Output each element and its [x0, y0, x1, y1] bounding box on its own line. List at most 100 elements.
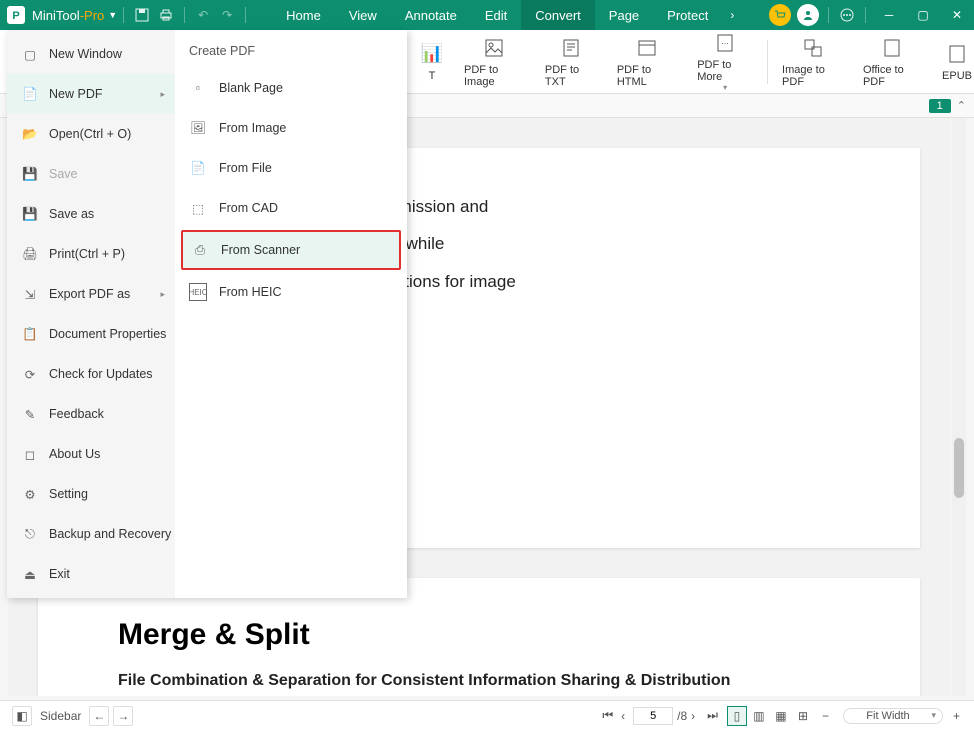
- new-pdf-icon: 📄: [21, 85, 39, 103]
- export-icon: ⇲: [21, 285, 39, 303]
- print-icon[interactable]: [154, 3, 178, 27]
- view-single-icon[interactable]: ▯: [727, 706, 747, 726]
- scrollbar-thumb[interactable]: [954, 438, 964, 498]
- ribbon-pdf-to-ppt[interactable]: 📊 T: [410, 32, 454, 92]
- app-title: MiniTool-Pro: [32, 8, 104, 23]
- about-icon: ◻: [21, 445, 39, 463]
- menu-home[interactable]: Home: [272, 0, 335, 30]
- chevron-right-icon: ▸: [160, 89, 165, 100]
- view-grid-icon[interactable]: ⊞: [793, 706, 813, 726]
- file-menu-properties[interactable]: 📋Document Properties: [7, 314, 175, 354]
- menu-page[interactable]: Page: [595, 0, 653, 30]
- epub-icon: [945, 42, 969, 66]
- exit-icon: ⏏: [21, 565, 39, 583]
- submenu-from-image[interactable]: 🖼From Image: [175, 108, 407, 148]
- ribbon-image-to-pdf[interactable]: Image to PDF: [772, 32, 853, 92]
- zoom-in-button[interactable]: +: [953, 709, 960, 723]
- title-dropdown[interactable]: ▼: [108, 10, 117, 20]
- gear-icon: ⚙: [21, 485, 39, 503]
- scanner-icon: ⎙: [191, 241, 209, 259]
- maximize-button[interactable]: ▢: [906, 0, 940, 30]
- file-menu-new-pdf[interactable]: 📄New PDF▸: [7, 74, 175, 114]
- txt-icon: [559, 36, 583, 60]
- ribbon-office-to-pdf[interactable]: Office to PDF: [853, 32, 932, 92]
- from-cad-icon: ⬚: [189, 199, 207, 217]
- menu-protect[interactable]: Protect: [653, 0, 722, 30]
- submenu-from-cad[interactable]: ⬚From CAD: [175, 188, 407, 228]
- file-menu-feedback[interactable]: ✎Feedback: [7, 394, 175, 434]
- file-menu-export[interactable]: ⇲Export PDF as▸: [7, 274, 175, 314]
- user-icon[interactable]: [797, 4, 819, 26]
- from-image-icon: 🖼: [189, 119, 207, 137]
- update-icon: ⟳: [21, 365, 39, 383]
- page-prev-button[interactable]: ‹: [621, 709, 625, 723]
- file-menu-updates[interactable]: ⟳Check for Updates: [7, 354, 175, 394]
- menu-view[interactable]: View: [335, 0, 391, 30]
- view-continuous-icon[interactable]: ▥: [749, 706, 769, 726]
- file-menu-exit[interactable]: ⏏Exit: [7, 554, 175, 594]
- ppt-icon: 📊: [420, 42, 444, 66]
- file-menu-open[interactable]: 📂Open(Ctrl + O): [7, 114, 175, 154]
- menu-convert[interactable]: Convert: [521, 0, 595, 30]
- app-logo: P: [4, 3, 28, 27]
- view-facing-icon[interactable]: ▦: [771, 706, 791, 726]
- ribbon-pdf-to-more[interactable]: ⋯ PDF to More ▾: [687, 32, 763, 92]
- feedback-icon: ✎: [21, 405, 39, 423]
- print-icon: 🖨: [21, 245, 39, 263]
- document-heading: Merge & Split: [118, 618, 840, 652]
- submenu-from-file[interactable]: 📄From File: [175, 148, 407, 188]
- zoom-select[interactable]: Fit Width: [843, 708, 943, 724]
- close-button[interactable]: ✕: [940, 0, 974, 30]
- redo-icon[interactable]: ↷: [215, 3, 239, 27]
- page-first-button[interactable]: ⏮: [602, 708, 613, 723]
- more-icon: ⋯: [713, 32, 737, 55]
- file-menu-save-as[interactable]: 💾Save as: [7, 194, 175, 234]
- menu-more-icon[interactable]: ›: [722, 8, 742, 22]
- sidebar-toggle-icon[interactable]: ◧: [12, 706, 32, 726]
- from-file-icon: 📄: [189, 159, 207, 177]
- save-icon[interactable]: [130, 3, 154, 27]
- nav-next-button[interactable]: →: [113, 706, 133, 726]
- chevron-right-icon: ▸: [160, 289, 165, 300]
- page-last-button[interactable]: ⏭: [707, 708, 718, 723]
- menu-edit[interactable]: Edit: [471, 0, 521, 30]
- submenu-blank-page[interactable]: ▫Blank Page: [175, 68, 407, 108]
- zoom-out-button[interactable]: −: [822, 709, 829, 723]
- submenu-from-heic[interactable]: HEICFrom HEIC: [175, 272, 407, 312]
- file-menu-save: 💾Save: [7, 154, 175, 194]
- menu-annotate[interactable]: Annotate: [391, 0, 471, 30]
- file-menu-setting[interactable]: ⚙Setting: [7, 474, 175, 514]
- save-as-icon: 💾: [21, 205, 39, 223]
- file-menu-about[interactable]: ◻About Us: [7, 434, 175, 474]
- submenu-from-scanner[interactable]: ⎙From Scanner: [181, 230, 401, 270]
- html-icon: [635, 36, 659, 60]
- nav-prev-button[interactable]: ←: [89, 706, 109, 726]
- save-icon: 💾: [21, 165, 39, 183]
- chevron-down-icon: ▾: [723, 83, 727, 92]
- page-badge[interactable]: 1: [929, 99, 951, 113]
- submenu-header: Create PDF: [175, 36, 407, 68]
- blank-page-icon: ▫: [189, 79, 207, 97]
- vertical-scrollbar[interactable]: [952, 118, 966, 696]
- file-menu-backup[interactable]: ⎋Backup and Recovery: [7, 514, 175, 554]
- document-subheading: File Combination & Separation for Consis…: [118, 672, 840, 690]
- file-menu: ▢New Window 📄New PDF▸ 📂Open(Ctrl + O) 💾S…: [7, 30, 407, 598]
- undo-icon[interactable]: ↶: [191, 3, 215, 27]
- page-total: /8: [677, 709, 687, 723]
- file-menu-new-window[interactable]: ▢New Window: [7, 34, 175, 74]
- cart-icon[interactable]: [769, 4, 791, 26]
- svg-text:⋯: ⋯: [721, 39, 729, 48]
- chat-icon[interactable]: [835, 3, 859, 27]
- minimize-button[interactable]: ─: [872, 0, 906, 30]
- ribbon-pdf-to-html[interactable]: PDF to HTML: [607, 32, 687, 92]
- file-menu-print[interactable]: 🖨Print(Ctrl + P): [7, 234, 175, 274]
- ribbon-epub[interactable]: EPUB: [932, 32, 974, 92]
- folder-icon: 📂: [21, 125, 39, 143]
- titlebar: P MiniTool-Pro ▼ ↶ ↷ Home View Annotate …: [0, 0, 974, 30]
- page-number-input[interactable]: [633, 707, 673, 725]
- chevron-up-icon[interactable]: ⌃: [957, 99, 966, 112]
- ribbon-pdf-to-image[interactable]: PDF to Image: [454, 32, 535, 92]
- page-next-button[interactable]: ›: [691, 709, 695, 723]
- svg-text:P: P: [12, 10, 19, 22]
- ribbon-pdf-to-txt[interactable]: PDF to TXT: [535, 32, 607, 92]
